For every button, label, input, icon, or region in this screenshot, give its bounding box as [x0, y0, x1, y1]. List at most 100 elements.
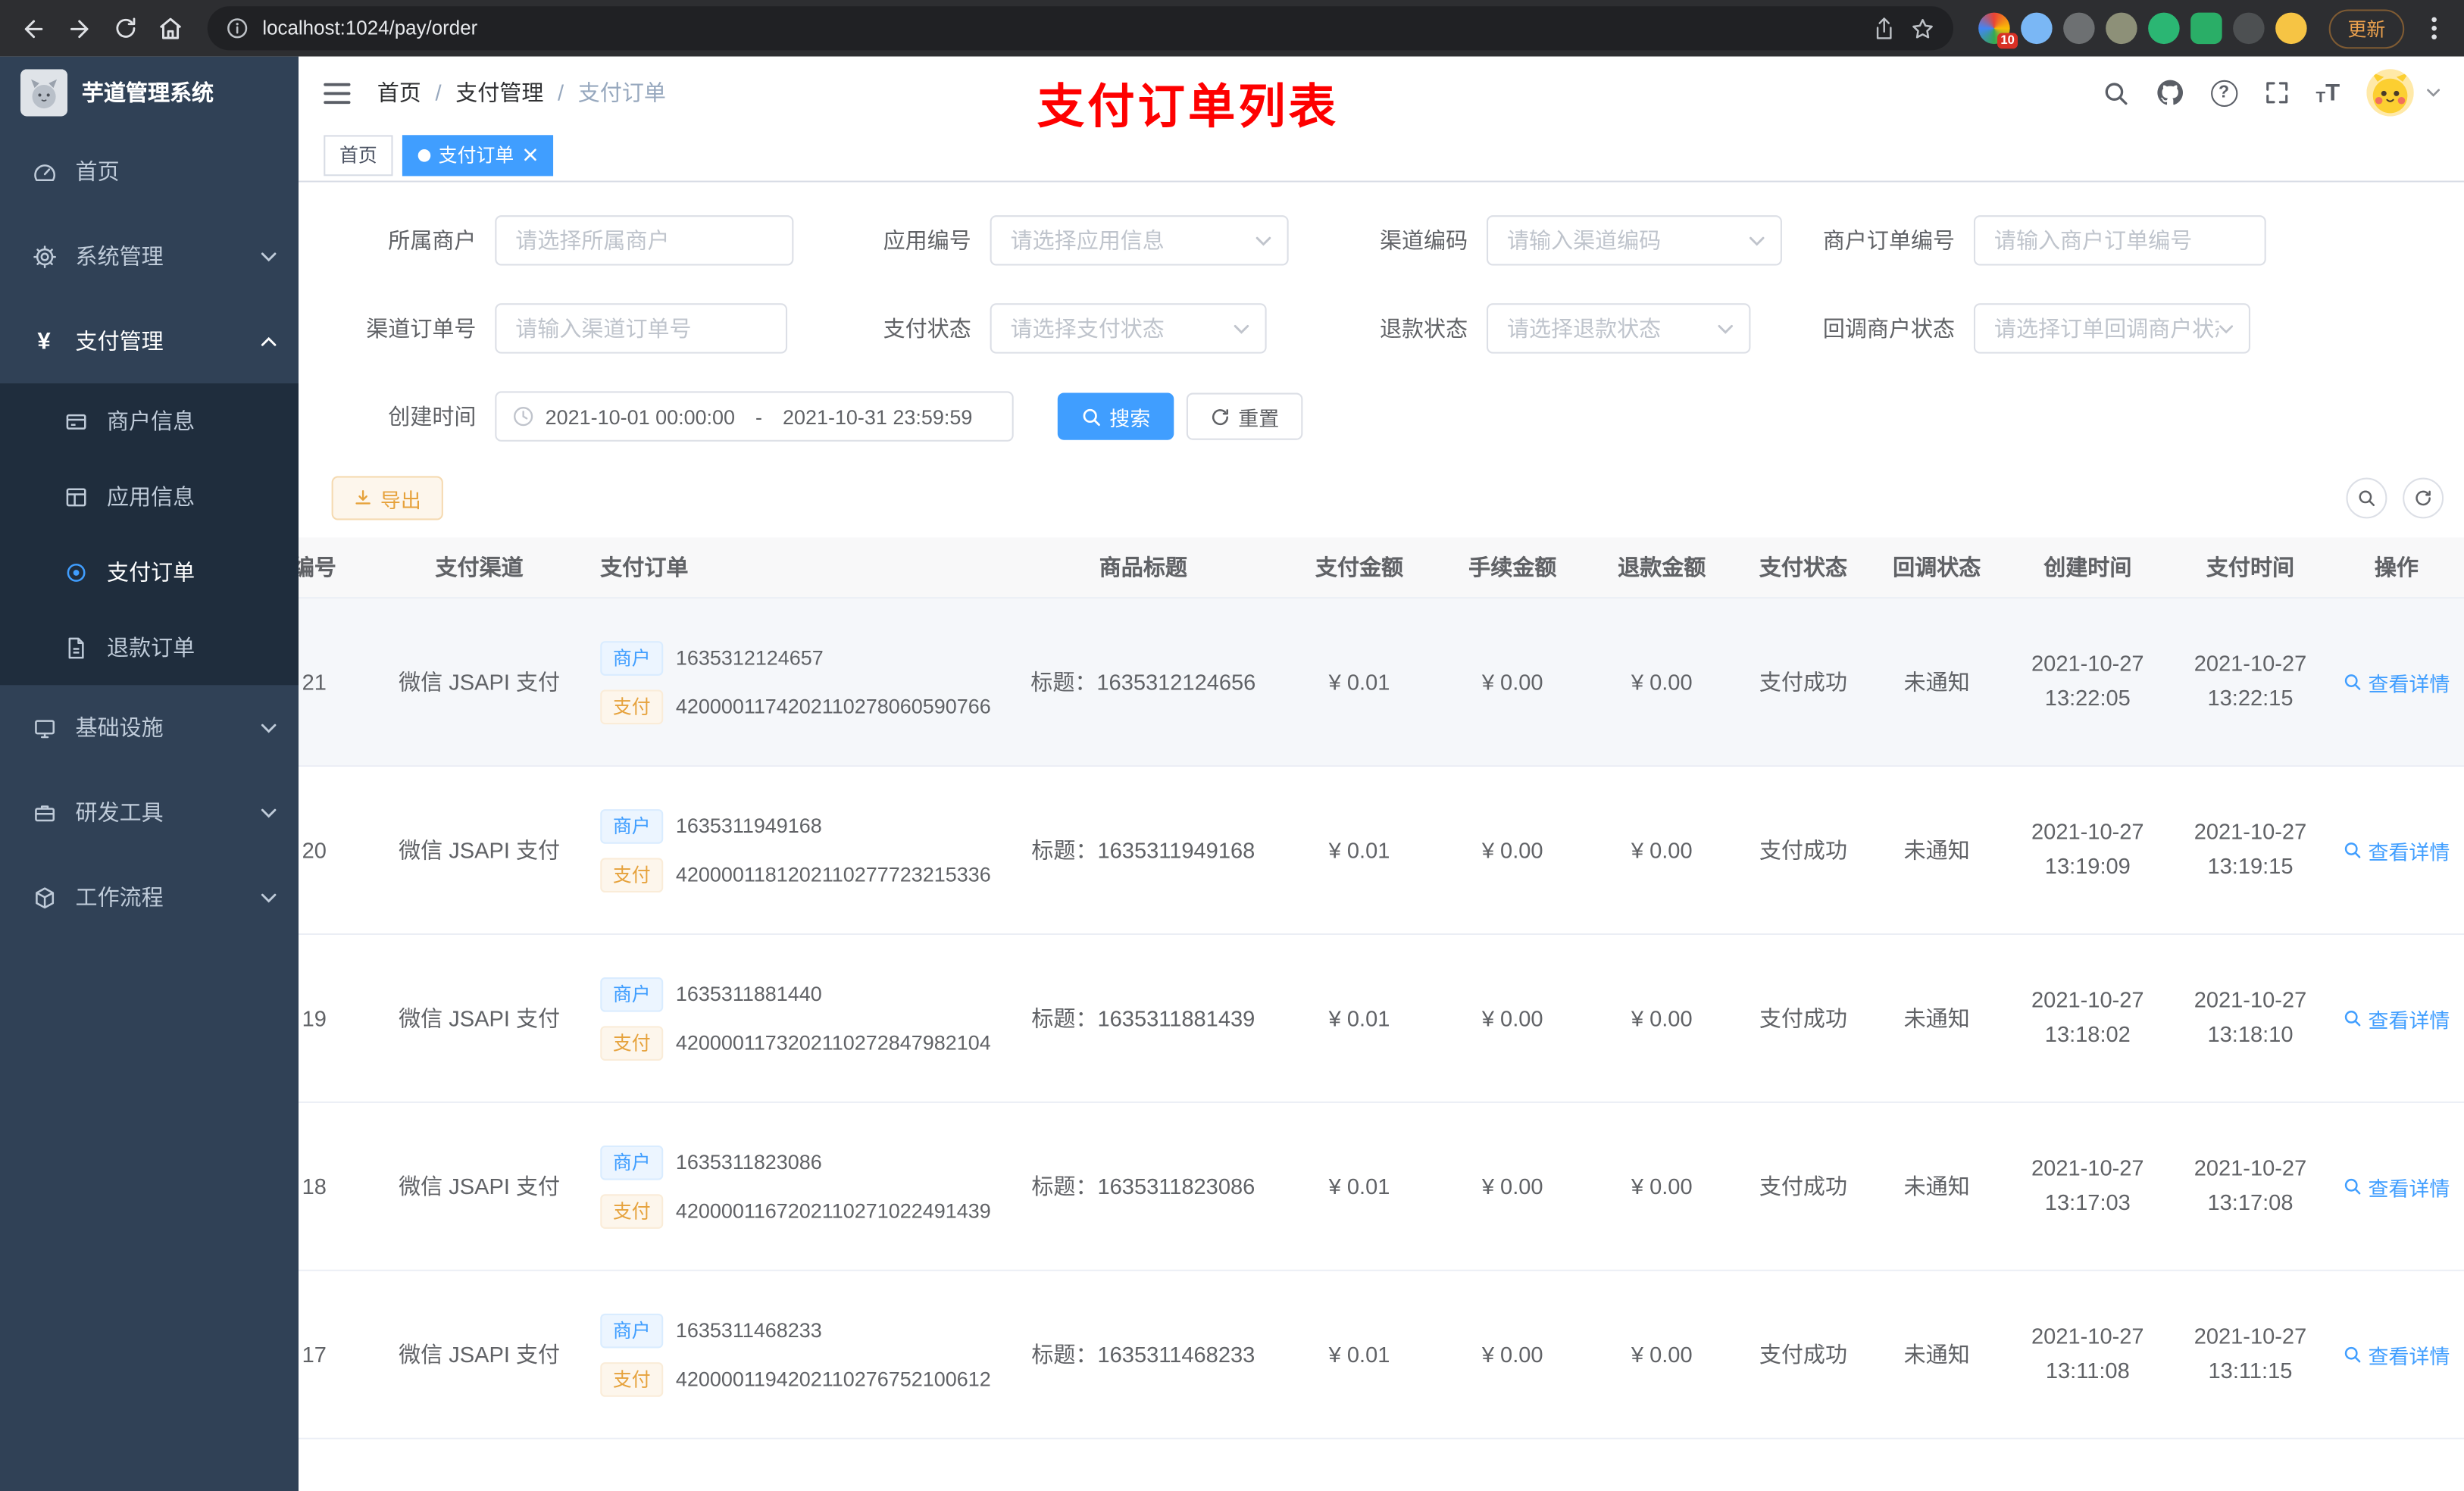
github-icon[interactable] [2156, 79, 2184, 107]
view-detail-link[interactable]: 查看详情 [2343, 1339, 2450, 1369]
cell-id: 18 [302, 1174, 327, 1199]
sidebar-toggle-icon[interactable] [322, 80, 352, 106]
cell-actions: 查看详情 [2329, 1103, 2464, 1270]
sidebar-item-dev-tools[interactable]: 研发工具 [0, 770, 299, 855]
view-detail-link[interactable]: 查看详情 [2343, 835, 2450, 864]
back-icon[interactable] [13, 7, 55, 49]
sidebar-item-workflow[interactable]: 工作流程 [0, 855, 299, 939]
cell-status [1737, 1439, 1870, 1491]
sidebar-item-system[interactable]: 系统管理 [0, 214, 299, 299]
breadcrumb-payment[interactable]: 支付管理 [455, 77, 543, 108]
sidebar-item-payment[interactable]: ¥ 支付管理 [0, 299, 299, 383]
close-icon[interactable] [524, 148, 538, 162]
sidebar-item-refund-order[interactable]: 退款订单 [0, 610, 299, 686]
cell-title: 标题：1635311468233 [1031, 1342, 1255, 1368]
view-detail-link[interactable]: 查看详情 [2343, 1171, 2450, 1201]
cell-actions: 查看详情 [2329, 767, 2464, 933]
sidebar-item-app-info[interactable]: 应用信息 [0, 459, 299, 535]
chevron-down-icon [1234, 324, 1249, 333]
merchant-order-no: 1635311881440 [675, 982, 822, 1006]
pay-status-select[interactable]: 请选择支付状态 [990, 303, 1267, 354]
search-icon [1083, 408, 1100, 426]
col-header-amount: 支付金额 [1315, 555, 1404, 580]
view-detail-link[interactable]: 查看详情 [2343, 667, 2450, 696]
sidebar-item-pay-order[interactable]: 支付订单 [0, 534, 299, 610]
notify-status-select[interactable]: 请选择订单回调商户状态 [1973, 303, 2250, 354]
sidebar-logo[interactable]: 芋道管理系统 [0, 57, 299, 129]
cell-id: 17 [302, 1342, 327, 1368]
fullscreen-icon[interactable] [2264, 80, 2289, 105]
share-icon[interactable] [1873, 17, 1895, 40]
channel-code-select[interactable]: 请输入渠道编码 [1487, 215, 1782, 266]
cell-paid: 2021-10-27 13:11:15 [2194, 1323, 2307, 1383]
browser-window: localhost:1024/pay/order 10 更新 芋道管理系统 首页… [0, 0, 2464, 1491]
site-info-icon[interactable] [227, 17, 249, 39]
search-icon [2359, 490, 2375, 507]
extension-gray-icon[interactable] [2063, 12, 2095, 45]
extension-colorful-icon[interactable]: 10 [1978, 12, 2018, 49]
chevron-down-icon [261, 722, 277, 733]
browser-menu-icon[interactable] [2417, 16, 2452, 41]
filter-app: 应用编号 请选择应用信息 [817, 215, 1289, 266]
export-button-label: 导出 [380, 487, 421, 512]
tab-pay-order[interactable]: 支付订单 [402, 134, 554, 176]
forward-icon[interactable] [58, 7, 101, 49]
extension-drop-icon[interactable] [2021, 12, 2053, 45]
sidebar-item-infra[interactable]: 基础设施 [0, 685, 299, 770]
cell-channel: 微信 JSAPI 支付 [399, 669, 561, 695]
refresh-table-button[interactable] [2403, 477, 2444, 519]
toggle-search-button[interactable] [2346, 477, 2387, 519]
browser-update-button[interactable]: 更新 [2328, 8, 2405, 48]
breadcrumb-home[interactable]: 首页 [377, 77, 421, 108]
channel-order-no-input[interactable] [495, 303, 788, 354]
cell-title: 标题：1635312124656 [1030, 669, 1256, 695]
search-icon[interactable] [2102, 80, 2128, 106]
cell-status: 支付成功 [1759, 1342, 1847, 1368]
export-button[interactable]: 导出 [331, 476, 443, 520]
merchant-input[interactable] [495, 215, 794, 266]
view-detail-link[interactable]: 查看详情 [2343, 1003, 2450, 1033]
merchant-tag: 商户 [600, 1312, 664, 1348]
cell-fee: ¥ 0.00 [1481, 837, 1543, 863]
merchant-order-no-input[interactable] [1973, 215, 2266, 266]
filter-label: 创建时间 [388, 404, 477, 430]
cell-fee: ¥ 0.00 [1481, 1342, 1543, 1368]
extension-puzzle-icon[interactable] [2233, 12, 2265, 45]
bookmark-star-icon[interactable] [1911, 17, 1934, 40]
help-icon[interactable]: ? [2210, 79, 2237, 106]
table-row: 20 微信 JSAPI 支付 商户 1635311949168 支付 4200001… [299, 767, 2464, 936]
sidebar-item-home[interactable]: 首页 [0, 129, 299, 214]
search-button[interactable]: 搜索 [1057, 392, 1174, 440]
document-icon [63, 635, 88, 660]
font-size-icon[interactable]: TT [2315, 80, 2340, 106]
reset-button[interactable]: 重置 [1186, 392, 1303, 440]
create-time-range-picker[interactable]: 2021-10-01 00:00:00 - 2021-10-31 23:59:5… [495, 391, 1014, 442]
avatar[interactable] [2366, 69, 2414, 117]
sidebar-item-merchant-info[interactable]: 商户信息 [0, 383, 299, 459]
avatar-caret-icon[interactable] [2426, 88, 2441, 97]
filter-label: 渠道订单号 [366, 315, 477, 342]
extension-olive-icon[interactable] [2106, 12, 2137, 45]
cell-order: 商户 1635311823086 支付 4200001167202110271022… [566, 1103, 1006, 1270]
cell-notify: 未通知 [1903, 1342, 1970, 1368]
home-icon[interactable] [149, 7, 192, 49]
extension-chat-icon[interactable] [2190, 12, 2222, 45]
cell-order: 商户 1635312124657 支付 4200001174202110278060… [566, 599, 1006, 765]
cell-status: 支付成功 [1759, 837, 1847, 863]
date-start: 2021-10-01 00:00:00 [545, 405, 736, 429]
reload-icon[interactable] [104, 7, 146, 49]
tab-home[interactable]: 首页 [324, 134, 393, 176]
extension-green-check-icon[interactable] [2148, 12, 2180, 45]
active-dot [417, 148, 431, 161]
refund-status-select[interactable]: 请选择退款状态 [1487, 303, 1751, 354]
cell-fee: ¥ 0.00 [1481, 669, 1543, 695]
cell-refund: ¥ 0.00 [1631, 1005, 1693, 1031]
extension-emoji-icon[interactable] [2275, 12, 2307, 45]
address-bar[interactable]: localhost:1024/pay/order [207, 6, 1953, 51]
cell-created: 2021-10-27 13:22:05 [2031, 651, 2144, 711]
download-icon [355, 489, 371, 505]
app-shell: 芋道管理系统 首页 系统管理 ¥ 支付管理 商户信息 应用信息 支付订单 退款订… [0, 56, 2464, 1491]
filter-label: 所属商户 [388, 227, 477, 253]
app-select[interactable]: 请选择应用信息 [990, 215, 1289, 266]
cell-channel: 微信 JSAPI 支付 [399, 1342, 561, 1368]
